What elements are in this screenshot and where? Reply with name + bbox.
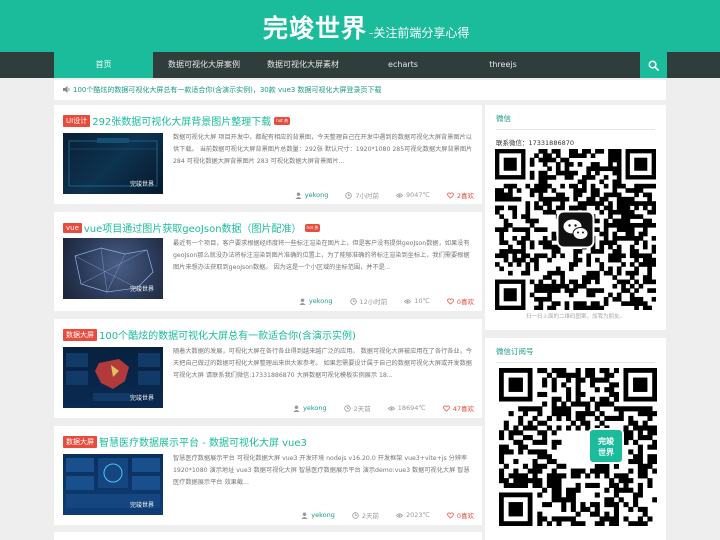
- post-author[interactable]: yekong: [311, 511, 335, 519]
- post-thumbnail[interactable]: 完竣世界: [63, 133, 163, 194]
- widget-divider: [496, 129, 655, 130]
- post-title-row: vue vue项目通过图片获取geoJson数据（图片配准） hot 热: [63, 220, 321, 235]
- post-meta: yekong 2天前 18694℃ 47喜欢: [293, 403, 474, 413]
- post-time: 2天前: [353, 405, 371, 413]
- qr-logo-text: 完竣世界: [598, 437, 614, 457]
- post-card: UI设计 292张数据可视化大屏背景图片整理下载 hot 热 完竣世界 数据可视…: [54, 105, 482, 204]
- logo-slogan: -关注前端分享心得: [369, 26, 470, 40]
- search-button[interactable]: [640, 52, 667, 78]
- qr-logo-badge: 完竣世界: [588, 428, 624, 464]
- user-icon: [293, 404, 300, 412]
- eye-icon: [387, 405, 395, 411]
- post-time: 7小时前: [355, 192, 380, 200]
- site-logo[interactable]: 完竣世界 -关注前端分享心得: [263, 9, 469, 45]
- post-meta: yekong 2天前 2023℃ 0喜欢: [301, 510, 474, 520]
- post-meta: yekong 12小时前 10℃ 0喜欢: [299, 296, 474, 306]
- nav-item-materials[interactable]: 数据可视化大屏素材: [255, 52, 351, 78]
- post-title-row: UI设计 292张数据可视化大屏背景图片整理下载 hot 热: [63, 113, 291, 128]
- user-icon: [301, 511, 308, 519]
- post-thumbnail[interactable]: 完竣世界: [63, 454, 163, 515]
- wechat-widget: 微信 联系微信：17331886870 扫一扫上面的二维码图案，加我为朋友。: [485, 105, 666, 330]
- post-thumbnail[interactable]: 完竣世界: [63, 347, 163, 408]
- widget-title: 微信订阅号: [496, 347, 534, 356]
- notice-link[interactable]: 100个酷炫的数据可视化大屏总有一款适合你(含演示实例)，30款 vue3 数据…: [73, 86, 382, 94]
- post-time: 12小时前: [359, 298, 388, 306]
- post-title[interactable]: 100个酷炫的数据可视化大屏总有一款适合你(含演示实例): [99, 327, 356, 342]
- post-views: 18694℃: [397, 404, 426, 412]
- search-icon: [648, 60, 659, 71]
- post-time: 2天前: [361, 512, 380, 520]
- subscription-widget: 微信订阅号 完竣世界: [485, 338, 666, 540]
- post-likes[interactable]: 0喜欢: [457, 510, 474, 520]
- user-icon: [299, 297, 306, 305]
- post-card: 数据大屏 智慧医疗数据展示平台 - 数据可视化大屏 vue3 完竣世界 智慧医疗…: [54, 426, 482, 525]
- qr-scan-note: 扫一扫上面的二维码图案，加我为朋友。: [525, 314, 625, 320]
- nav-item-cases[interactable]: 数据可视化大屏案例: [153, 52, 255, 78]
- post-views: 2023℃: [406, 511, 430, 519]
- post-author[interactable]: yekong: [305, 191, 329, 199]
- thumbnail-caption: 完竣世界: [129, 502, 154, 509]
- eye-icon: [404, 298, 412, 304]
- eye-icon: [396, 192, 404, 198]
- eye-icon: [396, 512, 404, 518]
- post-thumbnail[interactable]: 完竣世界: [63, 238, 163, 299]
- main-nav: 首页 数据可视化大屏案例 数据可视化大屏素材 echarts threejs: [0, 52, 720, 78]
- logo-title[interactable]: 完竣世界: [263, 9, 367, 45]
- wechat-contact: 联系微信：17331886870: [496, 139, 574, 147]
- heart-icon: [447, 512, 454, 519]
- post-likes[interactable]: 47喜欢: [453, 403, 474, 413]
- clock-icon: [343, 404, 351, 412]
- widget-title: 微信: [496, 114, 511, 123]
- post-excerpt: 数据可视化大屏 项目开发中，都配有相应的背景图，今天整理自己在开发中遇到的数据可…: [173, 134, 473, 166]
- post-card: 数据大屏 100个酷炫的数据可视化大屏总有一款适合你(含演示实例) 完竣世界 随…: [54, 319, 482, 418]
- post-category-tag[interactable]: UI设计: [63, 114, 91, 127]
- post-card: vue vue项目通过图片获取geoJson数据（图片配准） hot 热 完竣世…: [54, 212, 482, 311]
- nav-item-threejs[interactable]: threejs: [455, 52, 551, 78]
- post-author[interactable]: yekong: [309, 297, 333, 305]
- speaker-icon: [63, 86, 70, 93]
- site-header: 完竣世界 -关注前端分享心得: [0, 0, 720, 52]
- post-likes[interactable]: 2喜欢: [457, 190, 474, 200]
- wechat-qr-code: [495, 149, 656, 310]
- post-category-tag[interactable]: vue: [63, 222, 82, 233]
- nav-item-echarts[interactable]: echarts: [351, 52, 455, 78]
- post-views: 9047℃: [406, 191, 430, 199]
- clock-icon: [352, 511, 359, 519]
- thumbnail-caption: 完竣世界: [129, 286, 154, 293]
- post-title[interactable]: 292张数据可视化大屏背景图片整理下载: [92, 113, 271, 128]
- post-author[interactable]: yekong: [303, 404, 327, 412]
- post-title-row: 数据大屏 100个酷炫的数据可视化大屏总有一款适合你(含演示实例): [63, 327, 356, 342]
- post-likes[interactable]: 0喜欢: [457, 296, 474, 306]
- thumbnail-caption: 完竣世界: [129, 395, 154, 402]
- subscription-qr-code: [499, 368, 657, 526]
- post-category-tag[interactable]: 数据大屏: [63, 328, 97, 341]
- heart-icon: [447, 192, 454, 199]
- clock-icon: [345, 191, 353, 199]
- notice-bar: 100个酷炫的数据可视化大屏总有一款适合你(含演示实例)，30款 vue3 数据…: [54, 80, 666, 100]
- post-meta: yekong 7小时前 9047℃ 2喜欢: [295, 190, 474, 200]
- post-category-tag[interactable]: 数据大屏: [63, 435, 97, 448]
- nav-item-home[interactable]: 首页: [54, 52, 153, 78]
- post-excerpt: 智慧医疗数据展示平台 可视化数据大屏 vue3 开发环境 nodejs v16.…: [173, 455, 470, 487]
- post-title[interactable]: 智慧医疗数据展示平台 - 数据可视化大屏 vue3: [99, 434, 307, 449]
- heart-icon: [442, 405, 450, 412]
- hot-badge: hot 热: [304, 223, 321, 232]
- post-title[interactable]: vue项目通过图片获取geoJson数据（图片配准）: [84, 220, 302, 235]
- clock-icon: [349, 297, 357, 305]
- post-views: 10℃: [414, 297, 430, 305]
- post-excerpt: 最近有一个项目，客户要求根据经纬度将一些标注渲染在图片上，但是客户没有提供geo…: [173, 240, 470, 272]
- heart-icon: [447, 298, 454, 305]
- widget-divider: [496, 362, 655, 363]
- post-excerpt: 随着大数据的发展，可视化大屏在各行各业得到越来越广泛的应用。 数据可视化大屏被应…: [173, 348, 472, 380]
- thumbnail-caption: 完竣世界: [129, 181, 154, 188]
- post-card: [54, 532, 482, 540]
- hot-badge: hot 热: [274, 116, 291, 125]
- post-title-row: 数据大屏 智慧医疗数据展示平台 - 数据可视化大屏 vue3: [63, 434, 307, 449]
- user-icon: [295, 191, 302, 199]
